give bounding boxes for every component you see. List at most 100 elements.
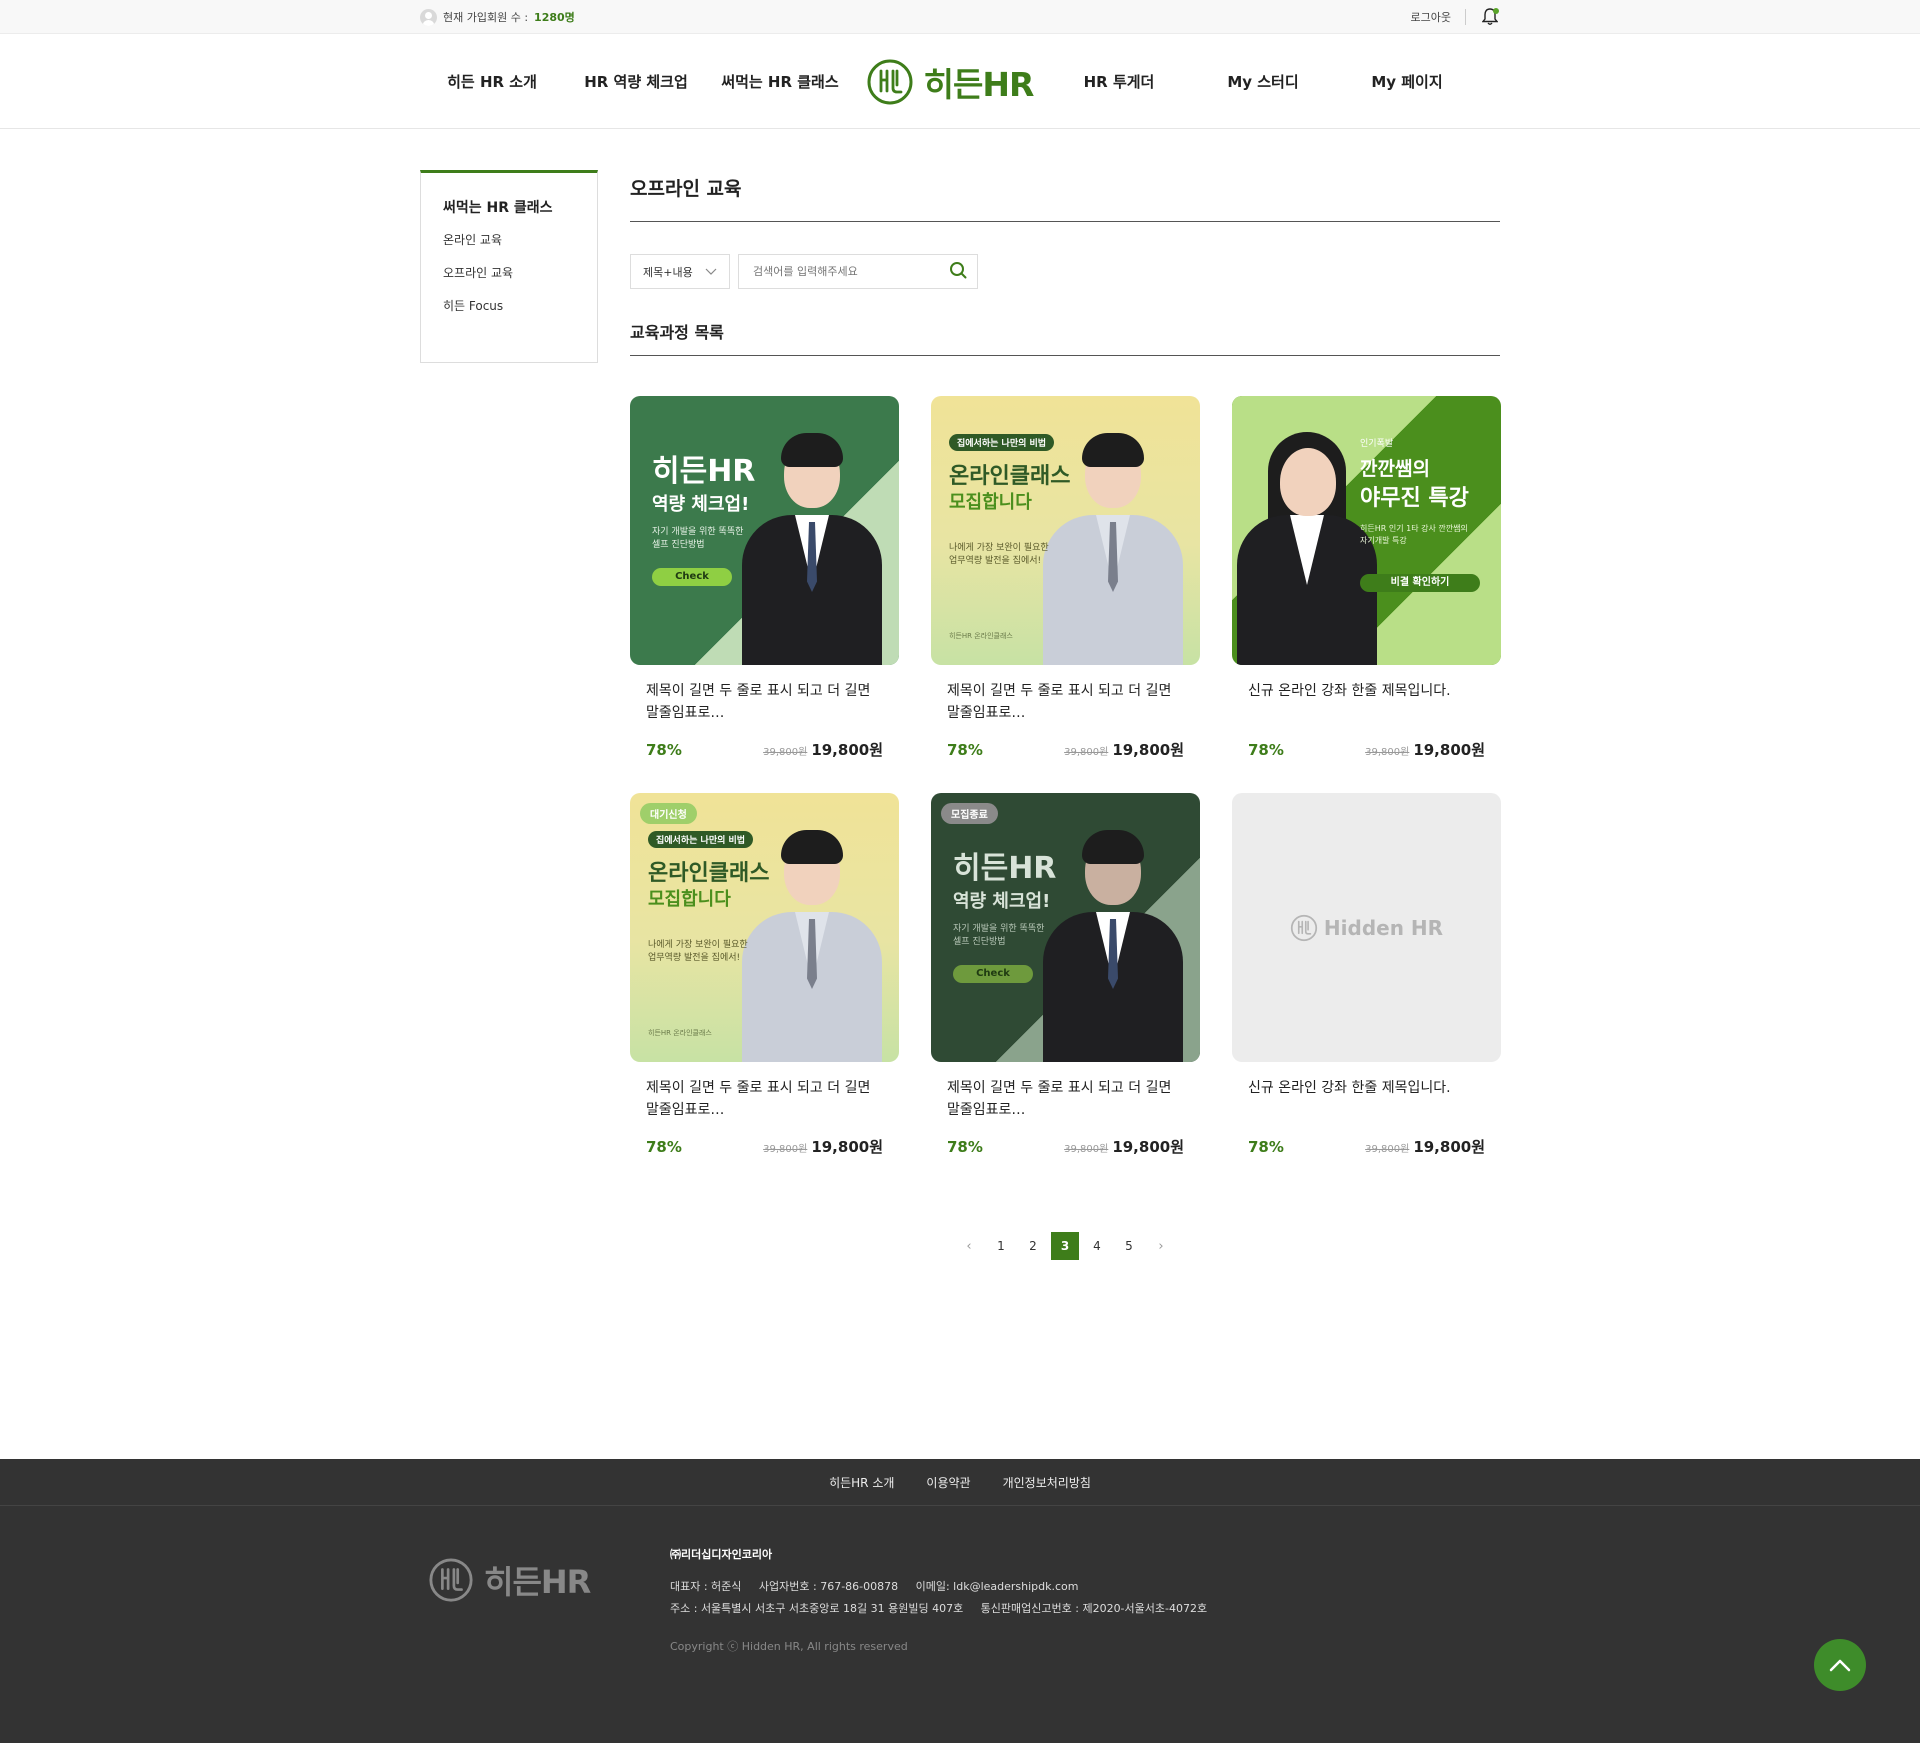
- pagination: ‹ 1 2 3 4 5 ›: [630, 1232, 1500, 1260]
- sidebar: 써먹는 HR 클래스 온라인 교육 오프라인 교육 히든 Focus: [420, 170, 598, 363]
- course-card[interactable]: Hidden HR 신규 온라인 강좌 한줄 제목입니다. 78% 39,800…: [1232, 793, 1501, 1190]
- thumb-foot: 히든HR 온라인클래스: [949, 632, 1013, 640]
- main-content: 오프라인 교육 제목+내용 교육과정 목록 히든HR 역량 체크업!: [630, 170, 1501, 1260]
- course-title[interactable]: 신규 온라인 강좌 한줄 제목입니다.: [1232, 665, 1501, 732]
- sidebar-item-online[interactable]: 온라인 교육: [443, 231, 575, 248]
- search-type-value: 제목+내용: [643, 265, 693, 279]
- course-thumbnail-placeholder[interactable]: Hidden HR: [1232, 793, 1501, 1062]
- instructor-photo: [737, 430, 887, 665]
- nav-item-checkup[interactable]: HR 역량 체크업: [564, 71, 708, 92]
- sidebar-title: 써먹는 HR 클래스: [443, 200, 553, 216]
- company-details-2: 주소 : 서울특별시 서초구 서초중앙로 18길 31 용원빌딩 407호 통신…: [670, 1602, 1208, 1615]
- status-badge: 대기신청: [640, 803, 697, 824]
- thumb-tag: 집에서하는 나만의 비법: [648, 831, 754, 848]
- company-name: ㈜리더십디자인코리아: [670, 1548, 773, 1561]
- status-badge: 모집종료: [941, 803, 998, 824]
- search-type-select[interactable]: 제목+내용: [630, 254, 730, 289]
- thumb-headline: 히든HR: [953, 851, 1057, 886]
- footer-logo-text: 히든HR: [484, 1563, 591, 1601]
- page-4[interactable]: 4: [1083, 1232, 1111, 1260]
- course-thumbnail[interactable]: 모집종료 히든HR 역량 체크업! 자기 개발을 위한 똑똑한 셀프 진단방법 …: [931, 793, 1200, 1062]
- course-thumbnail[interactable]: 집에서하는 나만의 비법 온라인클래스 모집합니다 나에게 가장 보완이 필요한…: [931, 396, 1200, 665]
- thumb-desc-1: 자기 개발을 위한 똑똑한: [953, 924, 1045, 934]
- site-logo[interactable]: 히든HR: [852, 58, 1047, 106]
- discount-rate: 78%: [947, 741, 983, 759]
- thumb-desc-2: 셀프 진단방법: [652, 540, 705, 550]
- thumb-desc-1: 나에게 가장 보완이 필요한: [949, 543, 1049, 553]
- nav-item-about[interactable]: 히든 HR 소개: [420, 71, 564, 92]
- page-1[interactable]: 1: [987, 1232, 1015, 1260]
- course-card[interactable]: 인기폭발 깐깐쌤의 야무진 특강 히든HR 인기 1타 강사 깐깐쌤의 자기개발…: [1232, 396, 1501, 793]
- next-page-icon[interactable]: ›: [1147, 1232, 1175, 1260]
- price-row: 78% 39,800원 19,800원: [1232, 732, 1501, 760]
- page-5[interactable]: 5: [1115, 1232, 1143, 1260]
- nav-item-my-page[interactable]: My 페이지: [1335, 71, 1479, 92]
- page-title: 오프라인 교육: [630, 170, 1500, 222]
- sale-price: 19,800원: [1112, 741, 1184, 759]
- thumb-headline: 온라인클래스: [648, 861, 770, 886]
- sidebar-item-offline[interactable]: 오프라인 교육: [443, 264, 575, 281]
- nav-item-hr-class[interactable]: 써먹는 HR 클래스: [708, 71, 852, 92]
- scroll-top-button[interactable]: [1814, 1639, 1866, 1691]
- nav-item-my-study[interactable]: My 스터디: [1191, 71, 1335, 92]
- prev-page-icon[interactable]: ‹: [955, 1232, 983, 1260]
- thumb-desc-2: 업무역량 발전을 집에서!: [949, 556, 1042, 566]
- divider: [1465, 9, 1466, 25]
- course-thumbnail[interactable]: 인기폭발 깐깐쌤의 야무진 특강 히든HR 인기 1타 강사 깐깐쌤의 자기개발…: [1232, 396, 1501, 665]
- footer-links: 히든HR 소개 이용약관 개인정보처리방침: [0, 1459, 1920, 1506]
- thumb-tag: 집에서하는 나만의 비법: [949, 434, 1055, 451]
- footer-logo: 히든HR: [420, 1544, 670, 1614]
- page-2[interactable]: 2: [1019, 1232, 1047, 1260]
- nav-item-together[interactable]: HR 투게더: [1047, 71, 1191, 92]
- original-price: 39,800원: [1064, 1144, 1109, 1155]
- page-3-current[interactable]: 3: [1051, 1232, 1079, 1260]
- thumb-desc-1: 자기 개발을 위한 똑똑한: [652, 527, 744, 537]
- course-card[interactable]: 대기신청 집에서하는 나만의 비법 온라인클래스 모집합니다 나에게 가장 보완…: [630, 793, 899, 1190]
- member-count-label: 현재 가입회원 수 :: [443, 11, 529, 24]
- price-row: 78% 39,800원 19,800원: [931, 1129, 1200, 1157]
- thumb-sub: 모집합니다: [949, 492, 1032, 513]
- thumb-button-label: Check: [652, 568, 732, 586]
- discount-rate: 78%: [1248, 1138, 1284, 1156]
- sale-price: 19,800원: [1413, 1138, 1485, 1156]
- sidebar-item-focus[interactable]: 히든 Focus: [443, 297, 575, 314]
- logout-link[interactable]: 로그아웃: [1411, 9, 1451, 25]
- course-title[interactable]: 제목이 길면 두 줄로 표시 되고 더 길면 말줄임표로…: [931, 1062, 1200, 1129]
- thumb-desc-2: 셀프 진단방법: [953, 937, 1006, 947]
- thumb-tag: 인기폭발: [1360, 439, 1394, 449]
- thumb-headline: 온라인클래스: [949, 464, 1071, 489]
- course-thumbnail[interactable]: 히든HR 역량 체크업! 자기 개발을 위한 똑똑한 셀프 진단방법 Check: [630, 396, 899, 665]
- course-card[interactable]: 집에서하는 나만의 비법 온라인클래스 모집합니다 나에게 가장 보완이 필요한…: [931, 396, 1200, 793]
- logo-mark-icon: [1290, 914, 1318, 941]
- course-thumbnail[interactable]: 대기신청 집에서하는 나만의 비법 온라인클래스 모집합니다 나에게 가장 보완…: [630, 793, 899, 1062]
- chevron-up-icon: [1829, 1659, 1851, 1672]
- footer: 히든HR 소개 이용약관 개인정보처리방침 히든HR ㈜리더십디자인코리아 대표…: [0, 1459, 1920, 1743]
- footer-link-terms[interactable]: 이용약관: [926, 1474, 970, 1491]
- bell-icon[interactable]: [1480, 7, 1500, 27]
- price-row: 78% 39,800원 19,800원: [931, 732, 1200, 760]
- logo-mark-icon: [429, 1558, 473, 1602]
- search-icon[interactable]: [949, 261, 967, 283]
- course-card[interactable]: 히든HR 역량 체크업! 자기 개발을 위한 똑똑한 셀프 진단방법 Check…: [630, 396, 899, 793]
- thumb-sub: 야무진 특강: [1360, 486, 1469, 511]
- discount-rate: 78%: [947, 1138, 983, 1156]
- course-grid: 히든HR 역량 체크업! 자기 개발을 위한 똑똑한 셀프 진단방법 Check…: [630, 396, 1501, 1190]
- course-title[interactable]: 신규 온라인 강좌 한줄 제목입니다.: [1232, 1062, 1501, 1129]
- thumb-headline: 깐깐쌤의: [1360, 458, 1430, 480]
- notification-dot: [1493, 8, 1499, 14]
- original-price: 39,800원: [763, 747, 808, 758]
- thumb-sub: 역량 체크업!: [953, 891, 1051, 912]
- course-title[interactable]: 제목이 길면 두 줄로 표시 되고 더 길면 말줄임표로…: [630, 665, 899, 732]
- footer-link-about[interactable]: 히든HR 소개: [829, 1474, 894, 1491]
- footer-link-privacy[interactable]: 개인정보처리방침: [1003, 1474, 1091, 1491]
- thumb-headline: 히든HR: [652, 454, 756, 489]
- main-nav: 히든 HR 소개 HR 역량 체크업 써먹는 HR 클래스 히든HR HR 투게…: [0, 34, 1920, 129]
- course-title[interactable]: 제목이 길면 두 줄로 표시 되고 더 길면 말줄임표로…: [931, 665, 1200, 732]
- discount-rate: 78%: [1248, 741, 1284, 759]
- course-card[interactable]: 모집종료 히든HR 역량 체크업! 자기 개발을 위한 똑똑한 셀프 진단방법 …: [931, 793, 1200, 1190]
- thumb-sub: 역량 체크업!: [652, 494, 750, 515]
- course-title[interactable]: 제목이 길면 두 줄로 표시 되고 더 길면 말줄임표로…: [630, 1062, 899, 1129]
- company-details-1: 대표자 : 허준식 사업자번호 : 767-86-00878 이메일: ldk@…: [670, 1580, 1079, 1593]
- search-input[interactable]: [753, 265, 933, 278]
- thumb-desc-1: 나에게 가장 보완이 필요한: [648, 940, 748, 950]
